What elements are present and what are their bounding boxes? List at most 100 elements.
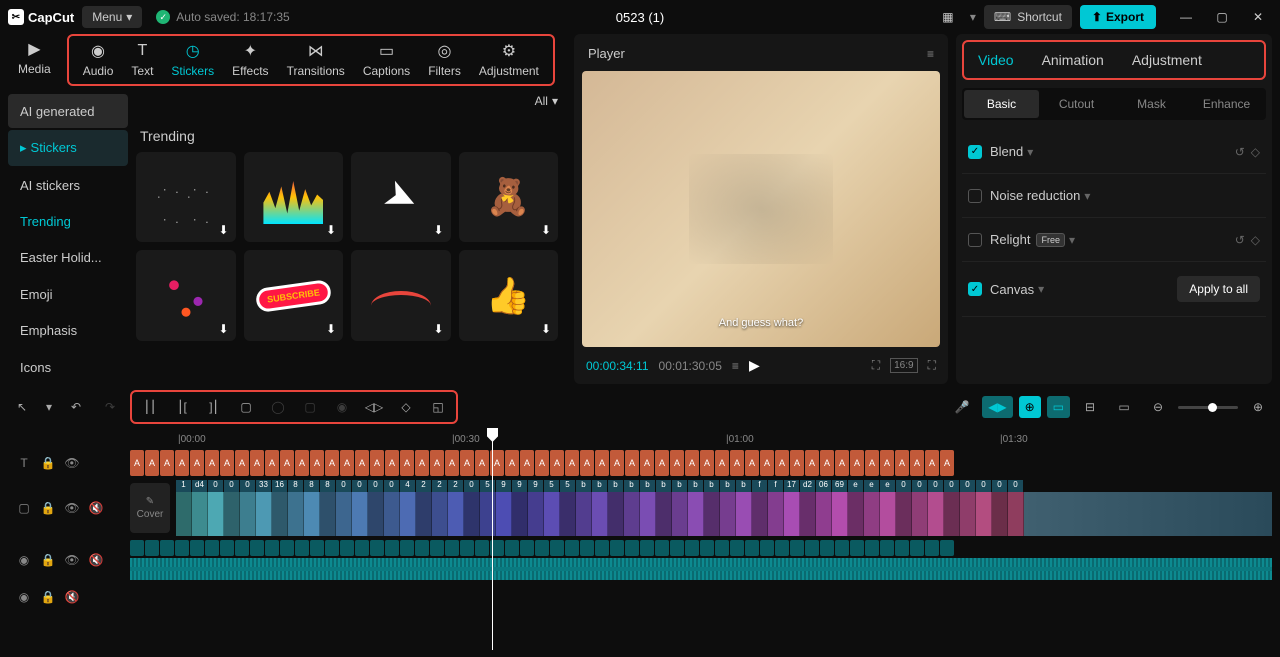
- text-segment[interactable]: A: [640, 450, 654, 476]
- fx-segment[interactable]: [880, 540, 894, 556]
- split-right-icon[interactable]: ]⎮: [200, 394, 228, 420]
- fx-segment[interactable]: [415, 540, 429, 556]
- video-clip[interactable]: [768, 492, 784, 536]
- video-clip[interactable]: [880, 492, 896, 536]
- download-icon[interactable]: ⬇: [431, 222, 447, 238]
- sticker-hearts[interactable]: ⬇: [136, 250, 236, 340]
- sidebar-item-ai-generated[interactable]: AI generated: [8, 94, 128, 128]
- fx-segment[interactable]: [520, 540, 534, 556]
- lock-icon[interactable]: 🔒: [40, 501, 56, 515]
- zoom-out-icon[interactable]: ⊖: [1144, 394, 1172, 420]
- text-segment[interactable]: A: [475, 450, 489, 476]
- video-clip[interactable]: [560, 492, 576, 536]
- fx-segment[interactable]: [595, 540, 609, 556]
- scale-icon[interactable]: ⛶: [872, 358, 880, 373]
- delete-icon[interactable]: ▢: [232, 394, 260, 420]
- video-clip[interactable]: [608, 492, 624, 536]
- video-clip[interactable]: [624, 492, 640, 536]
- video-clip[interactable]: [208, 492, 224, 536]
- fx-segment[interactable]: [130, 540, 144, 556]
- download-icon[interactable]: ⬇: [538, 321, 554, 337]
- video-clip[interactable]: [864, 492, 880, 536]
- text-segment[interactable]: A: [295, 450, 309, 476]
- maximize-icon[interactable]: ▢: [1208, 5, 1236, 29]
- checkbox-on-icon[interactable]: ✓: [968, 145, 982, 159]
- mirror-icon[interactable]: ◁▷: [360, 394, 388, 420]
- text-segment[interactable]: A: [655, 450, 669, 476]
- layout-icon[interactable]: ▦: [934, 5, 962, 29]
- checkbox-on-icon[interactable]: ✓: [968, 282, 982, 296]
- tab-audio[interactable]: ◉Audio: [75, 40, 122, 80]
- video-clip[interactable]: [720, 492, 736, 536]
- sidebar-item-ai-stickers[interactable]: AI stickers: [8, 168, 128, 202]
- text-segment[interactable]: A: [835, 450, 849, 476]
- close-icon[interactable]: ✕: [1244, 5, 1272, 29]
- fx-segment[interactable]: [505, 540, 519, 556]
- play-icon[interactable]: ▶: [749, 357, 760, 374]
- text-segment[interactable]: A: [580, 450, 594, 476]
- sticker-subscribe[interactable]: SUBSCRIBE⬇: [244, 250, 344, 340]
- split-icon[interactable]: ⎮⎮: [136, 394, 164, 420]
- fx-segment[interactable]: [925, 540, 939, 556]
- fx-segment[interactable]: [280, 540, 294, 556]
- text-segment[interactable]: A: [745, 450, 759, 476]
- video-clip[interactable]: [528, 492, 544, 536]
- video-clip[interactable]: [352, 492, 368, 536]
- video-clip[interactable]: [928, 492, 944, 536]
- text-segment[interactable]: A: [280, 450, 294, 476]
- eye-icon[interactable]: 👁: [64, 553, 80, 567]
- prop-noise-reduction[interactable]: Noise reduction ▾: [962, 174, 1266, 218]
- mute-icon[interactable]: 🔇: [88, 501, 104, 515]
- text-segment[interactable]: A: [460, 450, 474, 476]
- video-clip[interactable]: [672, 492, 688, 536]
- video-clip[interactable]: [512, 492, 528, 536]
- sidebar-item-icons[interactable]: Icons: [8, 350, 128, 384]
- eye-icon[interactable]: 👁: [64, 501, 80, 515]
- tab-animation[interactable]: Animation: [1032, 46, 1114, 74]
- text-segment[interactable]: A: [340, 450, 354, 476]
- video-clip[interactable]: [544, 492, 560, 536]
- video-clip[interactable]: [784, 492, 800, 536]
- fx-segment[interactable]: [745, 540, 759, 556]
- fx-segment[interactable]: [190, 540, 204, 556]
- video-clip[interactable]: [992, 492, 1008, 536]
- fx-segment[interactable]: [235, 540, 249, 556]
- text-segment[interactable]: A: [895, 450, 909, 476]
- sticker-arrow[interactable]: ➤⬇: [351, 152, 451, 242]
- fx-segment[interactable]: [310, 540, 324, 556]
- text-segment[interactable]: A: [265, 450, 279, 476]
- fx-segment[interactable]: [430, 540, 444, 556]
- text-segment[interactable]: A: [445, 450, 459, 476]
- video-clip[interactable]: [368, 492, 384, 536]
- video-clip[interactable]: [640, 492, 656, 536]
- menu-icon[interactable]: ≡: [927, 47, 934, 61]
- sticker-red-arc[interactable]: ⬇: [351, 250, 451, 340]
- text-segment[interactable]: A: [910, 450, 924, 476]
- keyframe-icon[interactable]: ◇: [1251, 233, 1260, 247]
- preview-icon[interactable]: ▭: [1110, 394, 1138, 420]
- video-clip[interactable]: [832, 492, 848, 536]
- fx-segment[interactable]: [655, 540, 669, 556]
- text-segment[interactable]: A: [760, 450, 774, 476]
- text-segment[interactable]: A: [400, 450, 414, 476]
- text-segment[interactable]: A: [820, 450, 834, 476]
- video-clip[interactable]: [816, 492, 832, 536]
- eye-icon[interactable]: 👁: [64, 456, 80, 470]
- sticker-equalizer[interactable]: ⬇: [244, 152, 344, 242]
- subtab-basic[interactable]: Basic: [964, 90, 1039, 118]
- sidebar-item-emoji[interactable]: Emoji: [8, 277, 128, 311]
- text-segment[interactable]: A: [730, 450, 744, 476]
- fx-segment[interactable]: [640, 540, 654, 556]
- video-clip[interactable]: [272, 492, 288, 536]
- chevron-down-icon[interactable]: ▾: [1038, 282, 1044, 296]
- fx-segment[interactable]: [400, 540, 414, 556]
- text-segment[interactable]: A: [160, 450, 174, 476]
- video-clip[interactable]: [944, 492, 960, 536]
- text-segment[interactable]: A: [535, 450, 549, 476]
- video-clip[interactable]: [224, 492, 240, 536]
- mute-icon[interactable]: 🔇: [64, 590, 80, 604]
- chevron-down-icon[interactable]: ▾: [1084, 189, 1090, 203]
- text-segment[interactable]: A: [595, 450, 609, 476]
- playhead[interactable]: [492, 430, 493, 650]
- video-clip[interactable]: [896, 492, 912, 536]
